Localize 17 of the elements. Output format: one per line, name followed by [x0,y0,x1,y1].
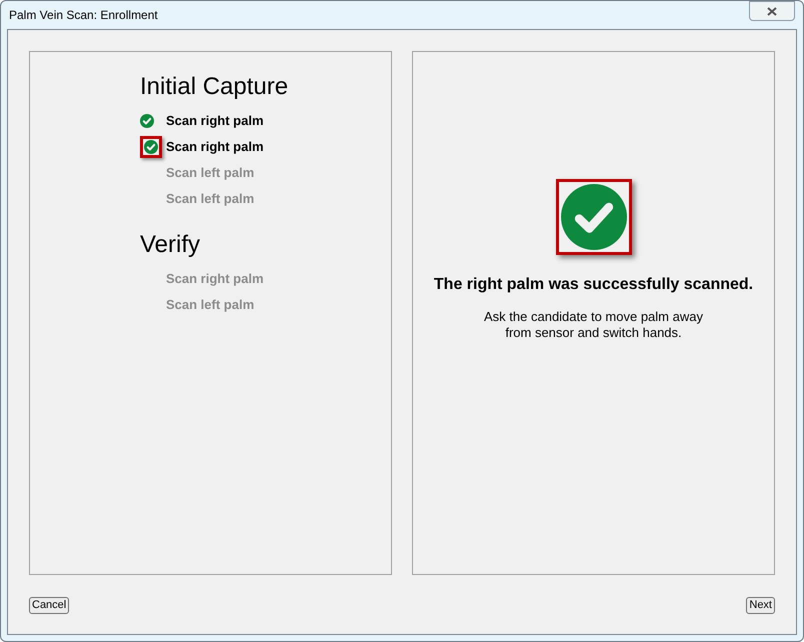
step-label: Scan left palm [166,190,254,208]
section-title: Verify [140,230,202,260]
close-button[interactable] [749,1,795,21]
step-label: Scan left palm [166,164,254,182]
result-heading: The right palm was successfully scanned. [434,275,754,295]
highlighted-check-icon [140,136,162,158]
close-icon [767,6,777,16]
step-label: Scan right palm [166,270,264,288]
section-title: Initial Capture [140,72,290,102]
step-label: Scan left palm [166,296,254,314]
step-label: Scan right palm [166,138,264,156]
window-title: Palm Vein Scan: Enrollment [9,7,158,24]
cancel-button[interactable]: Cancel [29,597,70,614]
step-label: Scan right palm [166,112,264,130]
next-button[interactable]: Next [746,597,775,614]
check-icon [140,114,154,128]
result-message: Ask the candidate to move palm away from sensor and switch hands. [484,309,703,341]
